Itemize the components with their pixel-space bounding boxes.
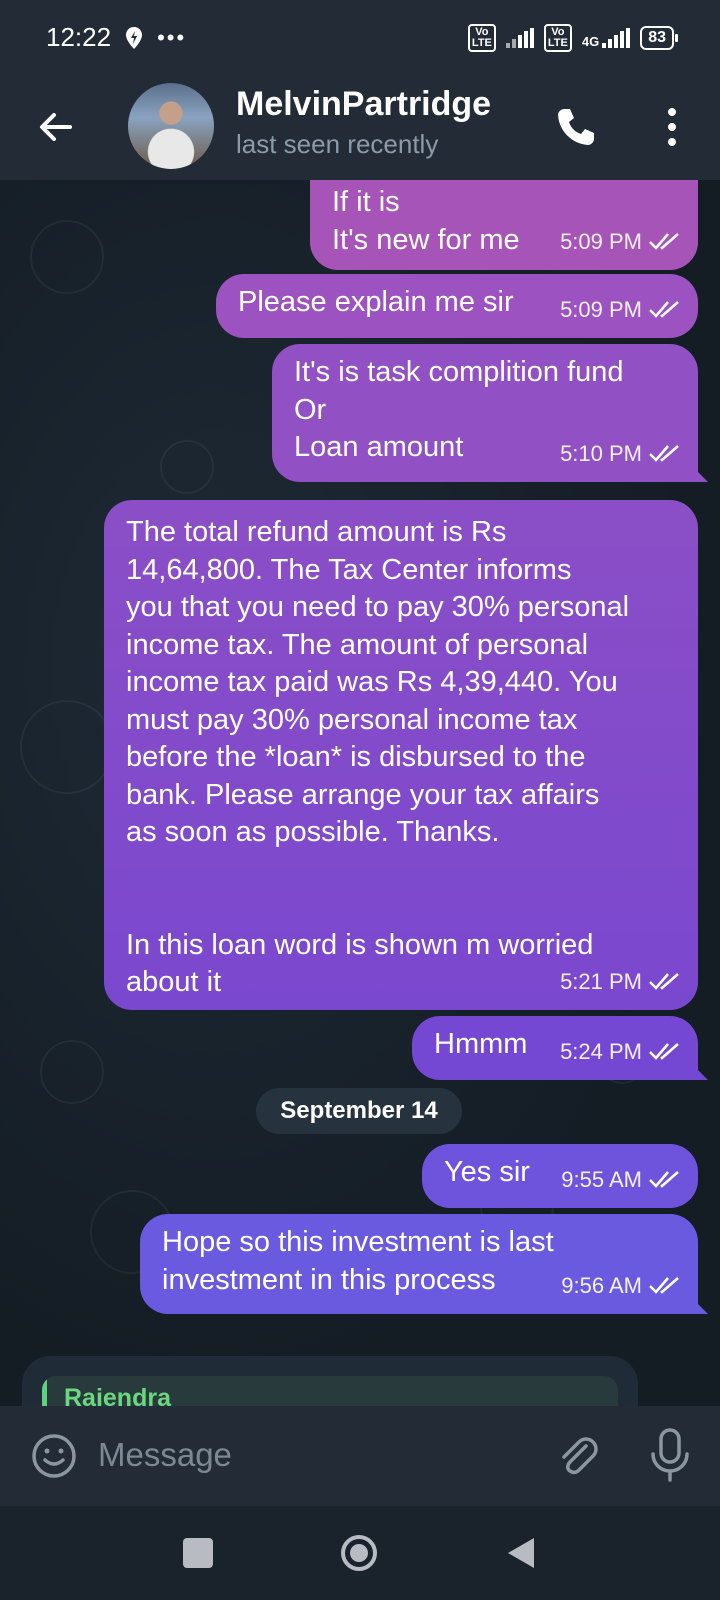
message-time: 5:09 PM — [560, 296, 642, 322]
status-bar: 12:22 ••• Vo LTE Vo LTE 4G 83 — [0, 0, 720, 75]
message-input[interactable] — [98, 1428, 518, 1482]
reply-accent-bar — [42, 1376, 47, 1406]
incoming-message-bubble[interactable]: Rajendra — [22, 1356, 638, 1406]
system-navigation-bar — [0, 1506, 720, 1600]
chat-header: MelvinPartridge last seen recently — [0, 75, 720, 180]
message-composer — [0, 1406, 720, 1506]
message-time: 5:21 PM — [560, 968, 642, 994]
message-time: 9:55 AM — [561, 1166, 642, 1192]
network-type: 4G — [581, 33, 600, 49]
message-time: 5:09 PM — [560, 228, 642, 254]
reply-sender-name: Rajendra — [64, 1384, 171, 1406]
signal-icon-1 — [505, 27, 534, 48]
location-icon — [126, 26, 143, 49]
double-check-icon — [649, 301, 679, 319]
double-check-icon — [649, 1171, 679, 1189]
attach-icon[interactable] — [552, 1430, 602, 1480]
microphone-icon[interactable] — [648, 1426, 692, 1486]
message-bubble[interactable]: Hope so this investment is last investme… — [140, 1214, 698, 1314]
chat-area[interactable]: If it is It's new for me 5:09 PM Please … — [0, 180, 720, 1406]
recent-apps-button[interactable] — [183, 1538, 213, 1568]
last-seen-status: last seen recently — [236, 129, 439, 159]
home-button[interactable] — [340, 1534, 378, 1572]
battery-icon: 83 — [640, 25, 678, 50]
double-check-icon — [649, 1277, 679, 1295]
message-bubble[interactable]: It's is task complition fund Or Loan amo… — [272, 344, 698, 482]
double-check-icon — [649, 973, 679, 991]
back-button[interactable] — [506, 1536, 536, 1570]
message-time: 5:24 PM — [560, 1038, 642, 1064]
message-time: 9:56 AM — [561, 1272, 642, 1298]
more-notifications-icon: ••• — [157, 24, 187, 50]
message-bubble[interactable]: If it is It's new for me 5:09 PM — [310, 180, 698, 270]
message-text: The total refund amount is Rs 14,64,800.… — [126, 516, 630, 998]
avatar[interactable] — [128, 83, 214, 169]
message-bubble[interactable]: Please explain me sir 5:09 PM — [216, 274, 698, 338]
message-bubble[interactable]: Hmmm 5:24 PM — [412, 1016, 698, 1080]
message-bubble[interactable]: The total refund amount is Rs 14,64,800.… — [104, 500, 698, 1010]
message-time: 5:10 PM — [560, 440, 642, 466]
emoji-icon[interactable] — [30, 1432, 78, 1480]
contact-name[interactable]: MelvinPartridge — [236, 85, 491, 124]
volte-badge-1: Vo LTE — [467, 23, 496, 52]
clock: 12:22 — [46, 22, 112, 52]
double-check-icon — [649, 445, 679, 463]
back-arrow-icon[interactable] — [34, 105, 78, 149]
more-options-icon[interactable] — [650, 103, 694, 151]
double-check-icon — [649, 1043, 679, 1061]
reply-quote[interactable]: Rajendra — [42, 1376, 618, 1406]
phone-icon[interactable] — [552, 103, 600, 151]
message-bubble[interactable]: Yes sir 9:55 AM — [422, 1144, 698, 1208]
date-separator: September 14 — [256, 1088, 462, 1134]
double-check-icon — [649, 233, 679, 251]
signal-icon-2 — [602, 27, 631, 48]
volte-badge-2: Vo LTE — [543, 23, 572, 52]
